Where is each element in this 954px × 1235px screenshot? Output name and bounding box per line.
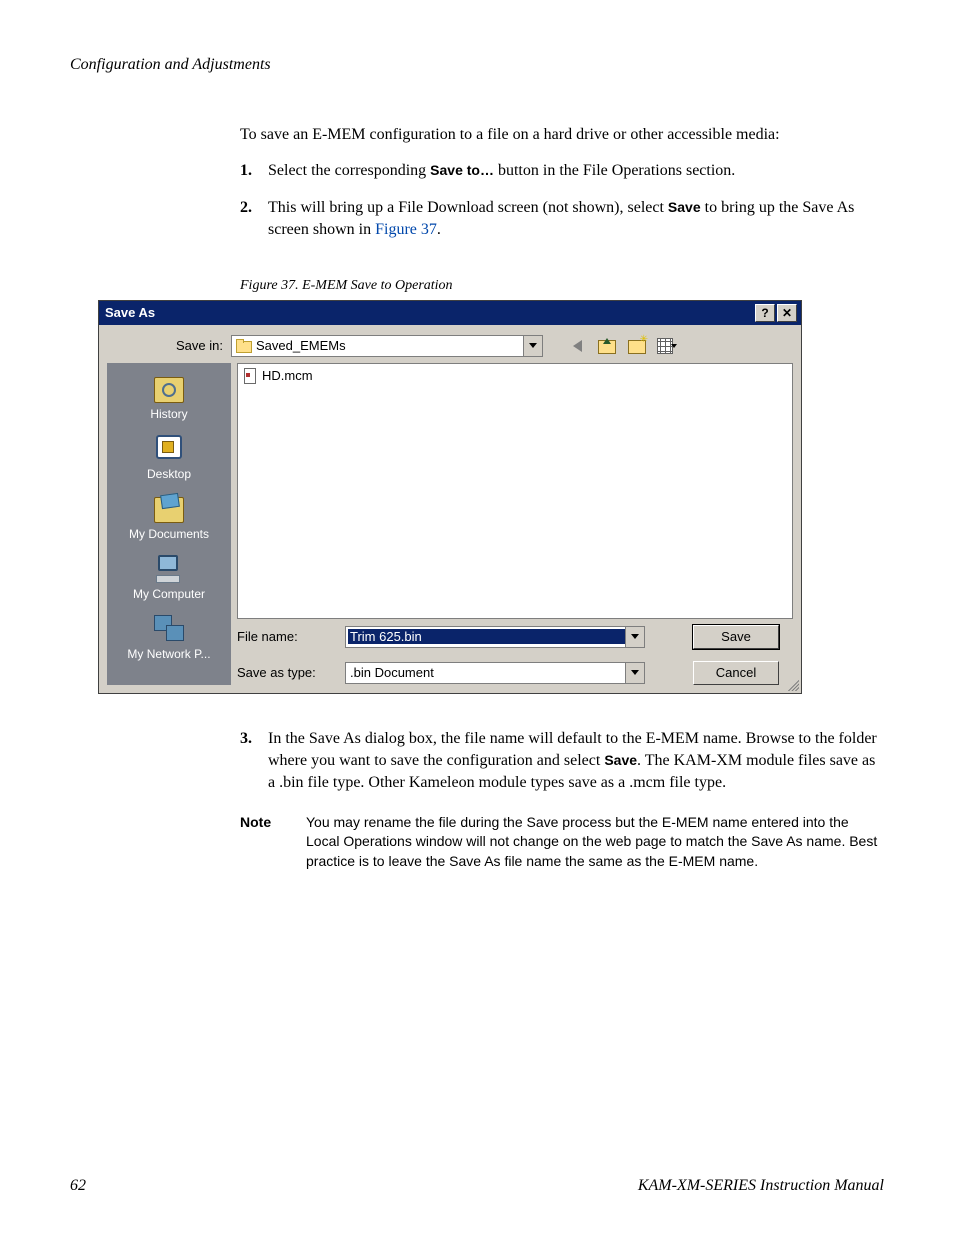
save-in-folder-name: Saved_EMEMs: [256, 338, 523, 353]
desktop-icon: [152, 433, 186, 463]
step-text: .: [437, 221, 441, 238]
page-number: 62: [70, 1177, 86, 1195]
step-2: 2. This will bring up a File Download sc…: [240, 197, 874, 242]
note-label: Note: [240, 813, 306, 872]
views-icon: [657, 338, 677, 354]
folder-icon: [236, 339, 252, 353]
file-name-input[interactable]: Trim 625.bin: [345, 626, 645, 648]
save-label: Save: [604, 752, 637, 768]
file-item[interactable]: HD.mcm: [242, 368, 788, 384]
save-button[interactable]: Save: [693, 625, 779, 649]
step-number: 2.: [240, 197, 252, 219]
figure-link[interactable]: Figure 37: [375, 221, 437, 238]
my-documents-icon: [152, 493, 186, 523]
figure-caption: Figure 37. E-MEM Save to Operation: [240, 278, 884, 294]
note-text: You may rename the file during the Save …: [306, 813, 884, 872]
file-name-label: File name:: [237, 629, 345, 644]
history-icon: [152, 373, 186, 403]
place-label: History: [109, 407, 229, 421]
step-1: 1. Select the corresponding Save to… but…: [240, 160, 874, 182]
step-text: This will bring up a File Download scree…: [268, 199, 668, 216]
save-as-type-label: Save as type:: [237, 665, 345, 680]
page-header: Configuration and Adjustments: [70, 56, 884, 74]
step-number: 3.: [240, 728, 252, 750]
step-3: 3. In the Save As dialog box, the file n…: [240, 728, 884, 795]
places-bar: History Desktop My Documents My Computer: [107, 363, 231, 685]
place-label: My Network P...: [109, 647, 229, 661]
save-as-dialog: Save As ? ✕ Save in: Saved_EMEMs: [98, 300, 802, 694]
chevron-down-icon[interactable]: [523, 336, 542, 356]
save-to-label: Save to…: [430, 162, 494, 178]
file-icon: [242, 368, 258, 384]
chevron-down-icon[interactable]: [625, 627, 644, 647]
my-network-icon: [152, 613, 186, 643]
resize-grip-icon[interactable]: [785, 677, 799, 691]
help-button[interactable]: ?: [755, 304, 775, 322]
save-label: Save: [668, 199, 701, 215]
save-as-type-combo[interactable]: .bin Document: [345, 662, 645, 684]
place-label: Desktop: [109, 467, 229, 481]
back-arrow-icon: [573, 340, 582, 352]
titlebar: Save As ? ✕: [99, 301, 801, 325]
places-history[interactable]: History: [109, 373, 229, 421]
save-in-label: Save in:: [107, 338, 231, 353]
file-name: HD.mcm: [262, 368, 313, 383]
views-button[interactable]: [657, 336, 677, 356]
file-name-value: Trim 625.bin: [348, 629, 625, 644]
intro-paragraph: To save an E-MEM configuration to a file…: [240, 124, 874, 146]
up-one-level-button[interactable]: [597, 336, 617, 356]
save-as-type-value: .bin Document: [346, 665, 625, 680]
places-my-network[interactable]: My Network P...: [109, 613, 229, 661]
file-list[interactable]: HD.mcm: [237, 363, 793, 619]
cancel-button[interactable]: Cancel: [693, 661, 779, 685]
step-text: button in the File Operations section.: [494, 162, 735, 179]
step-text: Select the corresponding: [268, 162, 430, 179]
my-computer-icon: [152, 553, 186, 583]
places-desktop[interactable]: Desktop: [109, 433, 229, 481]
new-folder-button[interactable]: [627, 336, 647, 356]
save-in-combo[interactable]: Saved_EMEMs: [231, 335, 543, 357]
place-label: My Computer: [109, 587, 229, 601]
step-number: 1.: [240, 160, 252, 182]
manual-title: KAM-XM-SERIES Instruction Manual: [638, 1177, 884, 1195]
chevron-down-icon[interactable]: [625, 663, 644, 683]
close-button[interactable]: ✕: [777, 304, 797, 322]
note-block: Note You may rename the file during the …: [240, 813, 884, 872]
dialog-title: Save As: [105, 305, 155, 320]
place-label: My Documents: [109, 527, 229, 541]
places-my-documents[interactable]: My Documents: [109, 493, 229, 541]
places-my-computer[interactable]: My Computer: [109, 553, 229, 601]
new-folder-icon: [628, 338, 646, 354]
back-button[interactable]: [567, 336, 587, 356]
up-folder-icon: [598, 338, 616, 354]
